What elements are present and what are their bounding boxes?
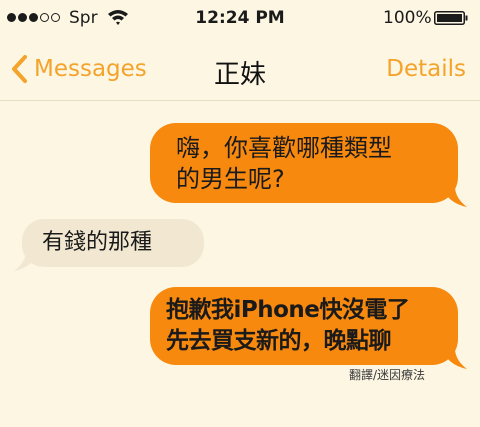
bubble-tail bbox=[441, 181, 467, 207]
message-bubble-received[interactable]: 有錢的那種 bbox=[14, 219, 204, 271]
bubble-tail bbox=[14, 245, 40, 271]
message-text: 有錢的那種 bbox=[42, 230, 153, 255]
messages-screen: Spr 12:24 PM 100% Messages 正妹 Details 嗨，… bbox=[0, 0, 480, 427]
message-thread: 嗨，你喜歡哪種類型 的男生呢? 有錢的那種 抱歉我iPhone快沒電了 先去買支… bbox=[0, 101, 480, 427]
details-button[interactable]: Details bbox=[386, 56, 466, 82]
navigation-bar: Messages 正妹 Details bbox=[0, 36, 480, 101]
bubble-tail bbox=[441, 343, 467, 369]
message-bubble-sent[interactable]: 抱歉我iPhone快沒電了 先去買支新的，晚點聊 bbox=[150, 287, 467, 369]
battery-icon bbox=[434, 11, 468, 25]
translation-credit: 翻譯/迷因療法 bbox=[349, 368, 426, 382]
message-bubble-sent[interactable]: 嗨，你喜歡哪種類型 的男生呢? bbox=[150, 123, 467, 207]
message-text: 抱歉我iPhone快沒電了 先去買支新的，晚點聊 bbox=[166, 297, 410, 354]
message-text: 嗨，你喜歡哪種類型 的男生呢? bbox=[176, 134, 392, 193]
battery-percentage: 100% bbox=[383, 8, 432, 28]
status-bar: Spr 12:24 PM 100% bbox=[0, 0, 480, 36]
